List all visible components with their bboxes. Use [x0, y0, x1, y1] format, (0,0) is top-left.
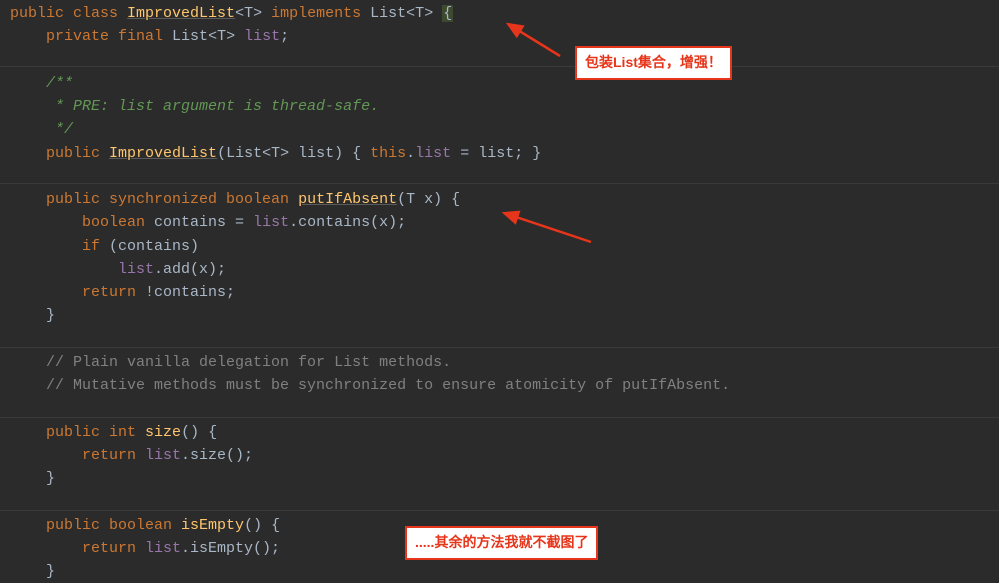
separator-line [0, 417, 999, 418]
code-line: return !contains; [10, 284, 235, 301]
code-line: boolean contains = list.contains(x); [10, 214, 406, 231]
code-line: public boolean isEmpty() { [10, 517, 280, 534]
code-line: // Plain vanilla delegation for List met… [10, 354, 451, 371]
code-line: public synchronized boolean putIfAbsent(… [10, 191, 460, 208]
code-line: return list.isEmpty(); [10, 540, 280, 557]
separator-line [0, 347, 999, 348]
code-line: public ImprovedList(List<T> list) { this… [10, 145, 541, 162]
code-line: private final List<T> list; [10, 28, 289, 45]
code-line: return list.size(); [10, 447, 253, 464]
code-line: // Mutative methods must be synchronized… [10, 377, 730, 394]
code-line: */ [10, 121, 73, 138]
separator-line [0, 510, 999, 511]
code-line: } [10, 563, 55, 580]
code-line: } [10, 307, 55, 324]
code-line: public int size() { [10, 424, 217, 441]
code-line: /** [10, 75, 73, 92]
separator-line [0, 183, 999, 184]
annotation-callout: .....其余的方法我就不截图了 [405, 526, 598, 560]
code-line: * PRE: list argument is thread-safe. [10, 98, 379, 115]
code-line: public class ImprovedList<T> implements … [10, 5, 453, 22]
annotation-callout: 包装List集合，增强！ [575, 46, 732, 80]
code-line: list.add(x); [10, 261, 226, 278]
separator-line [0, 66, 999, 67]
code-line: if (contains) [10, 238, 199, 255]
code-editor[interactable]: public class ImprovedList<T> implements … [0, 0, 999, 583]
code-line: } [10, 470, 55, 487]
